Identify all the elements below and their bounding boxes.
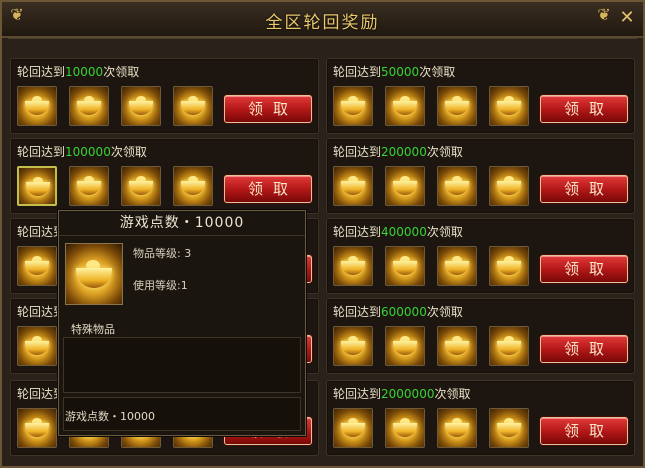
reward-condition: 轮回达到2000000次领取 [333,385,470,402]
reward-condition: 轮回达到600000次领取 [333,303,463,320]
claim-button[interactable]: 领取 [540,255,628,283]
reward-window: ❦ 全区轮回奖励 ❦ ✕ 轮回达到10000次领取 领取 轮回达到50000次领取领… [0,0,645,468]
gold-ingot-icon[interactable] [385,408,425,448]
reward-panel: 轮回达到400000次领取领取 [326,218,635,294]
condition-prefix: 轮回达到 [333,305,382,319]
gold-ingot-icon[interactable] [17,408,57,448]
gold-ingot-icon[interactable] [69,166,109,206]
gold-ingot-icon[interactable] [437,326,477,366]
condition-count: 600000 [381,305,427,319]
condition-prefix: 轮回达到 [17,145,66,159]
gold-ingot-icon[interactable] [17,86,57,126]
condition-count: 10000 [65,65,104,79]
condition-count: 50000 [381,65,420,79]
condition-prefix: 轮回达到 [17,65,66,79]
reward-condition: 轮回达到200000次领取 [333,143,463,160]
condition-suffix: 次领取 [434,387,471,401]
tooltip-title: 游戏点数・10000 [59,211,305,236]
corner-ornament-icon: ❦ [597,5,611,24]
gold-ingot-icon[interactable] [17,246,57,286]
item-tooltip: 游戏点数・10000 物品等级: 3 使用等级:1 特殊物品 游戏点数・1000… [58,210,306,436]
condition-count: 200000 [381,145,427,159]
tooltip-item-level: 物品等级: 3 [133,247,192,260]
gold-ingot-icon[interactable] [173,86,213,126]
reward-panel: 轮回达到10000次领取领取 [10,58,319,134]
reward-condition: 轮回达到400000次领取 [333,223,463,240]
condition-suffix: 次领取 [103,65,140,79]
gold-ingot-icon[interactable] [385,326,425,366]
claim-button[interactable]: 领取 [224,95,312,123]
gold-ingot-icon[interactable] [385,86,425,126]
tooltip-category: 特殊物品 [71,323,115,336]
gold-ingot-icon [65,243,123,305]
claim-button[interactable]: 领取 [224,175,312,203]
gold-ingot-icon[interactable] [437,246,477,286]
gold-ingot-icon[interactable] [489,408,529,448]
inner-frame [8,38,637,57]
condition-count: 2000000 [381,387,435,401]
gold-ingot-icon[interactable] [333,166,373,206]
condition-suffix: 次领取 [110,145,147,159]
close-button[interactable]: ✕ [617,8,637,28]
condition-suffix: 次领取 [426,305,463,319]
condition-count: 100000 [65,145,111,159]
reward-condition: 轮回达到100000次领取 [17,143,147,160]
gold-ingot-icon[interactable] [333,326,373,366]
gold-ingot-icon[interactable] [173,166,213,206]
reward-panel: 轮回达到200000次领取领取 [326,138,635,214]
gold-ingot-icon[interactable] [437,86,477,126]
tooltip-use-level: 使用等级:1 [133,279,188,292]
condition-prefix: 轮回达到 [333,65,382,79]
claim-button[interactable]: 领取 [540,175,628,203]
reward-panel: 轮回达到100000次领取领取 [10,138,319,214]
gold-ingot-icon[interactable] [437,408,477,448]
gold-ingot-icon[interactable] [489,86,529,126]
claim-button[interactable]: 领取 [540,417,628,445]
gold-ingot-icon[interactable] [489,166,529,206]
gold-ingot-icon[interactable] [121,86,161,126]
reward-condition: 轮回达到50000次领取 [333,63,455,80]
tooltip-description-box [63,337,301,393]
gold-ingot-icon[interactable] [489,326,529,366]
window-title: 全区轮回奖励 [265,13,380,33]
condition-count: 400000 [381,225,427,239]
tooltip-footer: 游戏点数・10000 [65,410,155,423]
gold-ingot-icon[interactable] [17,166,57,206]
reward-panel: 轮回达到600000次领取领取 [326,298,635,374]
reward-condition: 轮回达到10000次领取 [17,63,139,80]
gold-ingot-icon[interactable] [121,166,161,206]
condition-prefix: 轮回达到 [333,387,382,401]
condition-suffix: 次领取 [426,225,463,239]
reward-panel: 轮回达到2000000次领取领取 [326,380,635,456]
title-bar: ❦ 全区轮回奖励 ❦ ✕ [2,2,643,38]
gold-ingot-icon[interactable] [333,246,373,286]
claim-button[interactable]: 领取 [540,335,628,363]
condition-prefix: 轮回达到 [333,225,382,239]
gold-ingot-icon[interactable] [333,86,373,126]
reward-panel: 轮回达到50000次领取领取 [326,58,635,134]
gold-ingot-icon[interactable] [385,166,425,206]
claim-button[interactable]: 领取 [540,95,628,123]
condition-suffix: 次领取 [426,145,463,159]
gold-ingot-icon[interactable] [437,166,477,206]
condition-suffix: 次领取 [419,65,456,79]
gold-ingot-icon[interactable] [69,86,109,126]
gold-ingot-icon[interactable] [489,246,529,286]
gold-ingot-icon[interactable] [385,246,425,286]
gold-ingot-icon[interactable] [333,408,373,448]
gold-ingot-icon[interactable] [17,326,57,366]
condition-prefix: 轮回达到 [333,145,382,159]
